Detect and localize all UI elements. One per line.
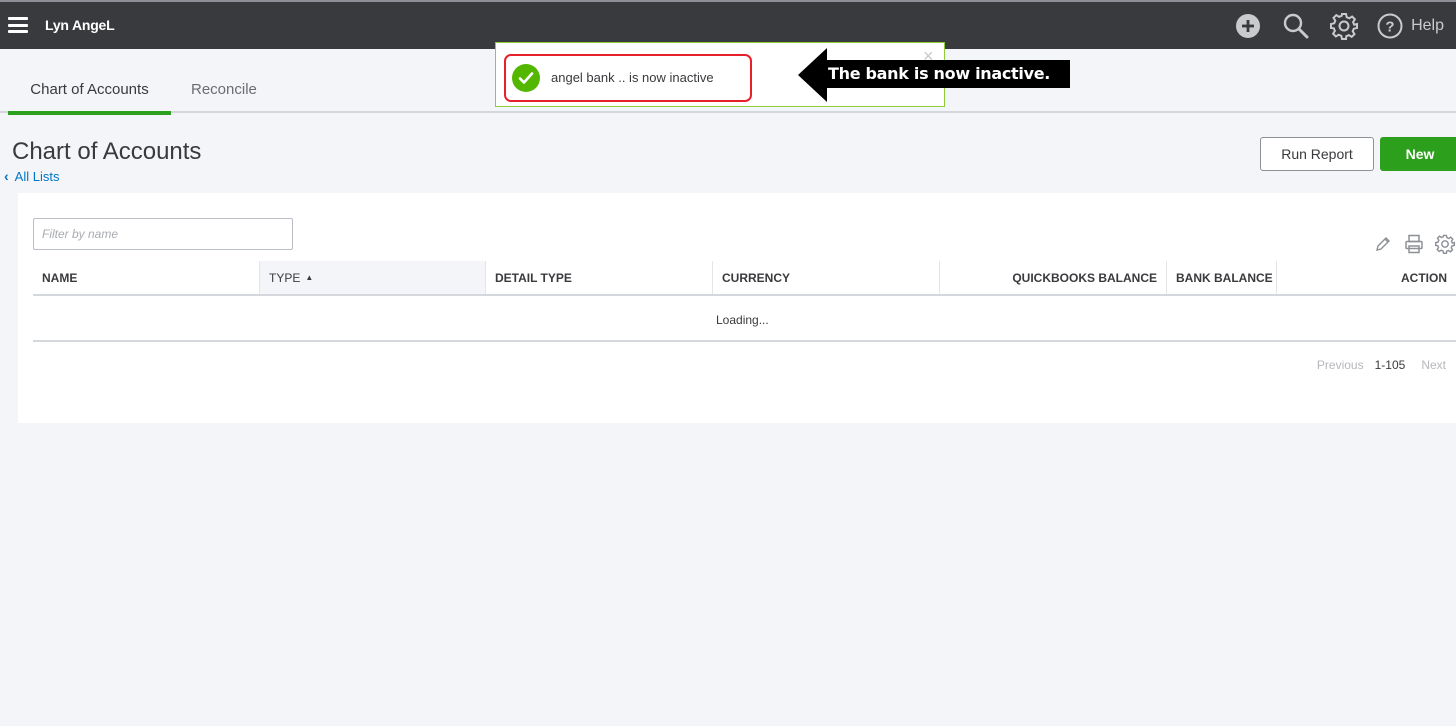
previous-page-link[interactable]: Previous (1317, 358, 1364, 372)
chevron-left-icon: ‹ (4, 168, 9, 184)
column-header-bank-balance[interactable]: BANK BALANCE (1167, 261, 1277, 294)
table-header: NAME TYPE ▲ DETAIL TYPE CURRENCY QUICKBO… (33, 261, 1456, 296)
column-header-quickbooks-balance[interactable]: QUICKBOOKS BALANCE (940, 261, 1167, 294)
help-icon: ? (1377, 13, 1403, 39)
all-lists-label: All Lists (14, 168, 60, 184)
svg-text:?: ? (1386, 19, 1395, 36)
column-header-action: ACTION (1401, 270, 1447, 285)
annotation-text: The bank is now inactive. (825, 60, 1070, 88)
accounts-panel: NAME TYPE ▲ DETAIL TYPE CURRENCY QUICKBO… (18, 193, 1456, 423)
column-header-detail-type[interactable]: DETAIL TYPE (486, 261, 713, 294)
next-page-link[interactable]: Next (1421, 358, 1446, 372)
toast-message: angel bank .. is now inactive (551, 70, 714, 85)
page-title: Chart of Accounts (12, 138, 202, 165)
search-icon[interactable] (1281, 11, 1311, 41)
column-header-name[interactable]: NAME (33, 261, 260, 294)
column-header-type[interactable]: TYPE ▲ (260, 261, 486, 294)
company-name: Lyn AngeL (45, 17, 115, 33)
tab-reconcile[interactable]: Reconcile (191, 81, 257, 98)
all-lists-link[interactable]: ‹ All Lists (4, 168, 59, 184)
page-range: 1-105 (1374, 358, 1406, 372)
help-button[interactable]: ? Help (1377, 13, 1444, 39)
plus-circle-icon[interactable] (1233, 11, 1263, 41)
check-circle-icon (512, 64, 540, 92)
gear-icon[interactable] (1434, 233, 1456, 255)
pencil-icon[interactable] (1372, 233, 1394, 255)
new-button[interactable]: New (1380, 137, 1456, 171)
top-icons: ? Help (1233, 11, 1456, 41)
hamburger-menu-icon[interactable] (8, 17, 28, 33)
sort-ascending-icon: ▲ (305, 273, 314, 282)
annotation-callout: The bank is now inactive. (798, 48, 1070, 102)
column-header-type-label: TYPE (269, 270, 301, 285)
tab-chart-of-accounts[interactable]: Chart of Accounts (8, 81, 171, 115)
column-header-currency[interactable]: CURRENCY (713, 261, 940, 294)
pagination: Previous 1-105 Next (1317, 358, 1456, 372)
help-label: Help (1411, 17, 1444, 34)
run-report-button[interactable]: Run Report (1260, 137, 1374, 171)
table-tools (1363, 233, 1456, 255)
arrow-left-icon (798, 48, 827, 102)
filter-by-name-input[interactable] (33, 218, 293, 250)
loading-status: Loading... (716, 313, 769, 327)
table-body: Loading... (33, 296, 1456, 342)
printer-icon[interactable] (1403, 233, 1425, 255)
gear-icon[interactable] (1329, 11, 1359, 41)
